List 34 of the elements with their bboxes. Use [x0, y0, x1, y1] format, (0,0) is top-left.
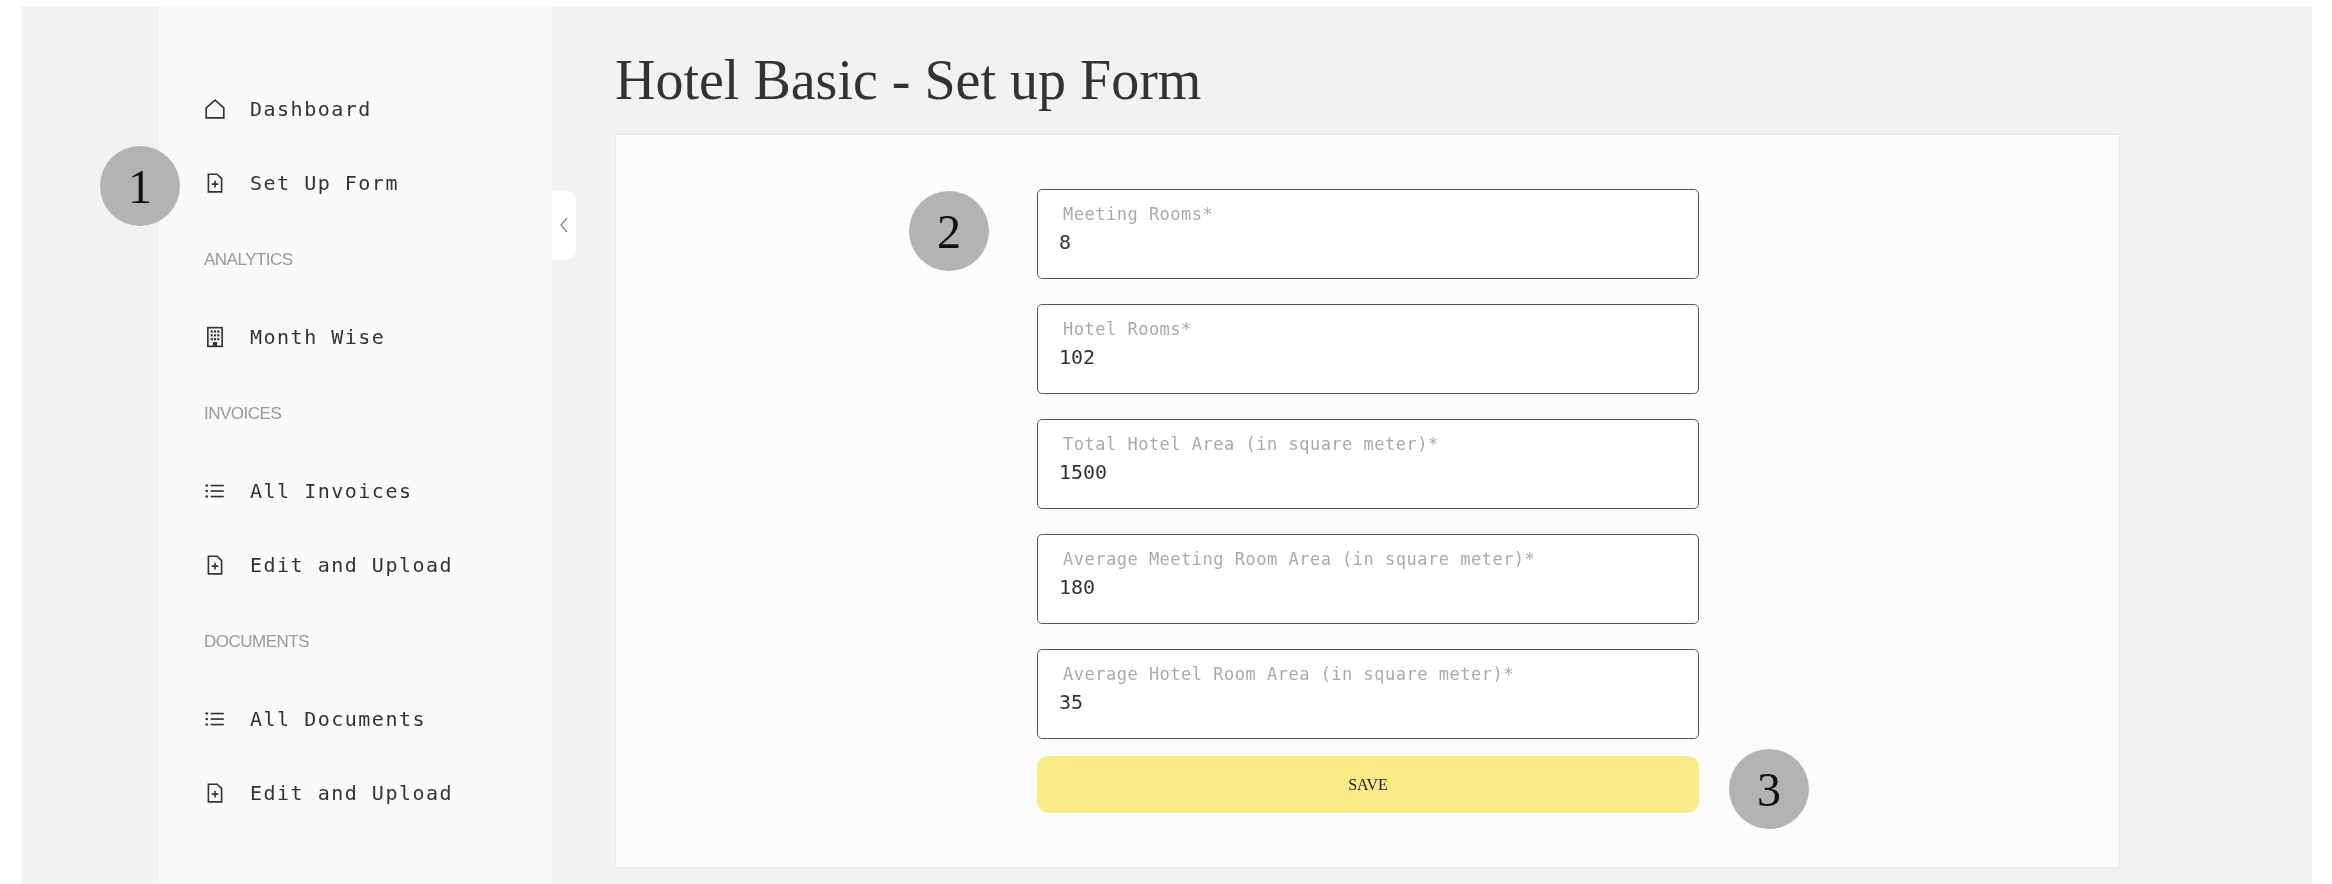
- annotation-marker: 2: [909, 191, 989, 271]
- annotation-marker: 1: [100, 146, 180, 226]
- save-button[interactable]: SAVE: [1037, 756, 1699, 813]
- page-title: Hotel Basic - Set up Form: [615, 50, 1203, 113]
- input-field[interactable]: Average Meeting Room Area (in square meter)* 180: [1037, 534, 1699, 624]
- input-field[interactable]: Meeting Rooms* 8: [1037, 189, 1699, 279]
- field-label: Total Hotel Area (in square meter)*: [1063, 434, 1439, 454]
- section-heading: DOCUMENTS: [204, 632, 310, 652]
- field-label: Hotel Rooms*: [1063, 319, 1192, 339]
- field-value: 1500: [1059, 460, 1108, 484]
- sidebar-item[interactable]: All Documents: [204, 682, 427, 756]
- sidebar-item[interactable]: Dashboard: [204, 72, 372, 146]
- sidebar-item[interactable]: Set Up Form: [204, 146, 399, 220]
- input-field[interactable]: Total Hotel Area (in square meter)* 1500: [1037, 419, 1699, 509]
- field-value: 102: [1059, 345, 1096, 369]
- collapse-button[interactable]: [552, 190, 576, 260]
- field-value: 8: [1059, 230, 1072, 254]
- section-heading: INVOICES: [204, 404, 282, 424]
- section-heading: ANALYTICS: [204, 250, 293, 270]
- sidebar-item[interactable]: Edit and Upload: [204, 528, 454, 602]
- sidebar-item[interactable]: Edit and Upload: [204, 756, 454, 830]
- chevron-left-icon: [559, 215, 569, 235]
- field-value: 35: [1059, 690, 1084, 714]
- field-label: Average Hotel Room Area (in square meter)*: [1063, 664, 1514, 684]
- field-value: 180: [1059, 575, 1096, 599]
- sidebar-item[interactable]: Month Wise: [204, 300, 386, 374]
- annotation-marker: 3: [1729, 749, 1809, 829]
- field-label: Average Meeting Room Area (in square meter)*: [1063, 549, 1536, 569]
- building-icon: [204, 326, 226, 348]
- field-label: Meeting Rooms*: [1063, 204, 1214, 224]
- sidebar-item[interactable]: All Invoices: [204, 454, 413, 528]
- input-field[interactable]: Average Hotel Room Area (in square meter)* 35: [1037, 649, 1699, 739]
- input-field[interactable]: Hotel Rooms* 102: [1037, 304, 1699, 394]
- home-icon: [204, 98, 226, 120]
